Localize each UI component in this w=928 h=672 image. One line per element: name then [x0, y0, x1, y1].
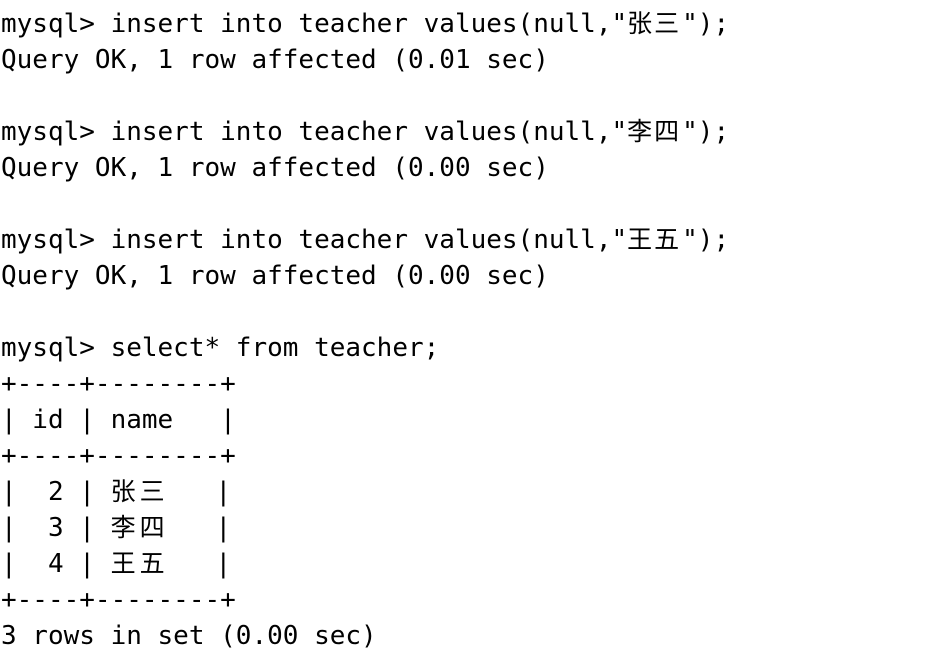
table-row-border-right: | [168, 477, 232, 507]
result-row-count-footer: 3 rows in set (0.00 sec) [1, 621, 377, 651]
command-text-prefix: mysql> insert into teacher values(null," [1, 9, 628, 39]
table-cell-name: 张三 [110, 477, 169, 506]
table-cell-id: | 2 | [1, 477, 111, 507]
command-text-prefix: mysql> insert into teacher values(null," [1, 225, 628, 255]
table-row: | 3 | 李四 | [1, 510, 928, 546]
result-table-header-row: | id | name | [1, 405, 236, 435]
table-row: | 4 | 王五 | [1, 546, 928, 582]
result-table-border-top: +----+--------+ [1, 369, 236, 399]
terminal-line-command-select: mysql> select* from teacher; [1, 333, 440, 363]
table-cell-id: | 3 | [1, 513, 111, 543]
table-row: | 2 | 张三 | [1, 474, 928, 510]
table-row-border-right: | [168, 549, 232, 579]
command-text-suffix: "); [682, 117, 730, 147]
terminal-line-result: Query OK, 1 row affected (0.00 sec) [1, 261, 549, 291]
table-row-border-right: | [168, 513, 232, 543]
terminal-line-result: Query OK, 1 row affected (0.01 sec) [1, 45, 549, 75]
command-text-cjk-value: 李四 [627, 117, 682, 146]
terminal-line-command: mysql> insert into teacher values(null,"… [1, 222, 928, 258]
command-text-suffix: "); [682, 9, 730, 39]
command-text-suffix: "); [682, 225, 730, 255]
result-table-border-mid: +----+--------+ [1, 441, 236, 471]
terminal-output-pane[interactable]: mysql> insert into teacher values(null,"… [0, 0, 928, 672]
table-cell-name: 王五 [110, 549, 169, 578]
terminal-line-command: mysql> insert into teacher values(null,"… [1, 6, 928, 42]
table-cell-id: | 4 | [1, 549, 111, 579]
terminal-line-result: Query OK, 1 row affected (0.00 sec) [1, 153, 549, 183]
table-cell-name: 李四 [110, 513, 169, 542]
result-table-border-bottom: +----+--------+ [1, 585, 236, 615]
command-text-prefix: mysql> insert into teacher values(null," [1, 117, 628, 147]
command-text-cjk-value: 王五 [627, 225, 682, 254]
command-text-cjk-value: 张三 [627, 9, 682, 38]
terminal-line-command: mysql> insert into teacher values(null,"… [1, 114, 928, 150]
